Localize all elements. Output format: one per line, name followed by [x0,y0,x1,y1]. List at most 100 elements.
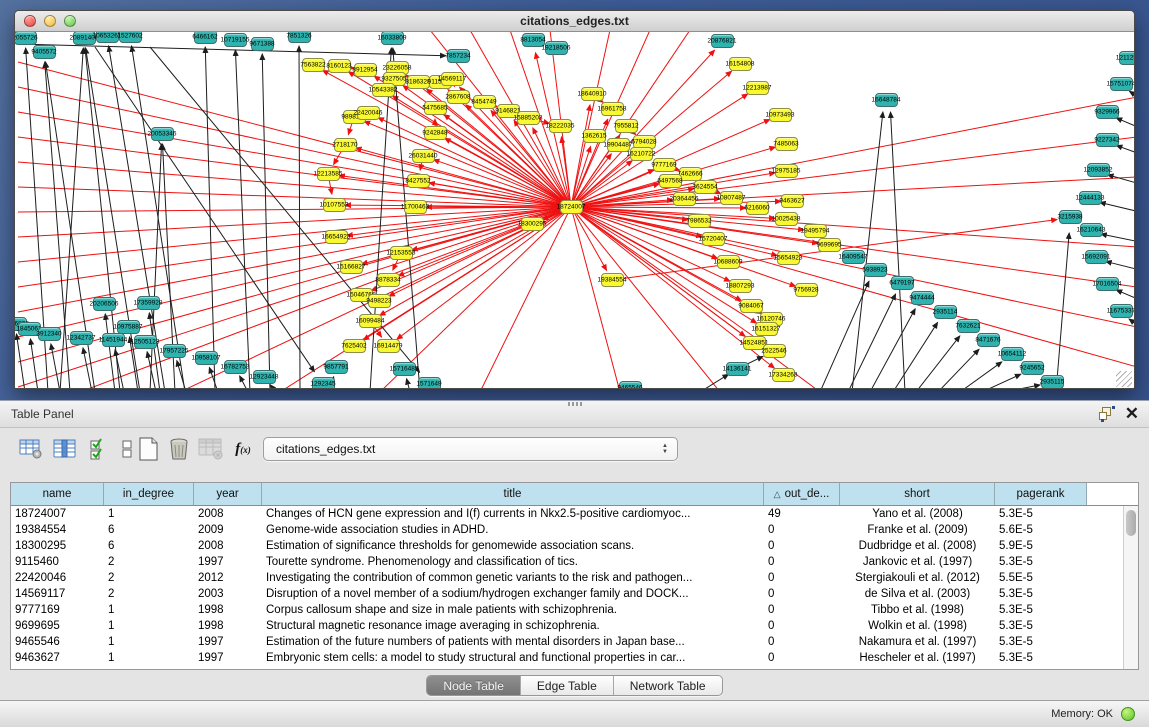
graph-node[interactable]: 7485063 [775,137,798,151]
table-cell[interactable]: 6 [104,522,194,538]
table-cell[interactable]: 2 [104,586,194,602]
table-row[interactable]: 1830029562008Estimation of significance … [11,538,1138,554]
graph-node[interactable]: 9405572 [33,45,56,59]
graph-node[interactable]: 9245652 [1021,361,1044,375]
table-cell[interactable]: 18724007 [11,506,104,522]
table-cell[interactable]: Yano et al. (2008) [840,506,995,522]
graph-node[interactable]: 16151327 [755,322,778,336]
table-cell[interactable]: 49 [764,506,840,522]
graph-node[interactable]: 20891406 [73,32,96,45]
graph-node[interactable]: 6497568 [659,174,682,188]
minimize-window-button[interactable] [44,15,56,27]
table-cell[interactable]: de Silva et al. (2003) [840,586,995,602]
graph-node[interactable]: 20206506 [93,297,116,311]
graph-node[interactable]: 10107553 [323,198,346,212]
table-cell[interactable]: 9115460 [11,554,104,570]
graph-node[interactable]: 10654112 [1001,347,1024,361]
panel-splitter-handle[interactable] [568,402,582,406]
graph-node[interactable]: 7563822 [302,58,325,72]
graph-node[interactable]: 17016504 [1096,277,1119,291]
table-cell[interactable]: 9699695 [11,618,104,634]
graph-node[interactable]: 9329966 [1096,105,1119,119]
graph-node[interactable]: 17359928 [137,296,160,310]
table-row[interactable]: 1938455462009Genome-wide association stu… [11,522,1138,538]
graph-node[interactable]: 16099484 [359,314,382,328]
graph-node[interactable]: 8912954 [354,63,377,77]
graph-node[interactable]: 15720407 [702,232,725,246]
window-resize-grip[interactable] [1116,371,1132,387]
graph-node[interactable]: 8186328 [407,75,430,89]
tab-network-table[interactable]: Network Table [614,676,722,695]
graph-node[interactable]: 7851326 [288,32,311,43]
graph-node[interactable]: 7625402 [343,339,366,353]
table-cell[interactable]: 5.3E-5 [995,634,1087,650]
graph-node[interactable]: 8427552 [407,174,430,188]
table-selector-dropdown[interactable]: citations_edges.txt ▲▼ [263,437,678,461]
graph-node[interactable]: 12093852 [1087,163,1110,177]
graph-node[interactable]: 15885203 [517,111,540,125]
table-cell[interactable]: 9777169 [11,602,104,618]
table-cell[interactable]: 5.3E-5 [995,586,1087,602]
graph-node[interactable]: 9699695 [818,238,841,252]
graph-node[interactable]: 10973493 [769,108,792,122]
graph-node[interactable]: 9756928 [795,283,818,297]
graph-node[interactable]: 19218506 [545,41,568,55]
graph-node[interactable]: 18640910 [581,87,604,101]
graph-node[interactable]: 12975185 [775,164,798,178]
column-header-pagerank[interactable]: pagerank [995,483,1087,505]
graph-node[interactable]: 9777169 [653,158,676,172]
table-cell[interactable]: 2 [104,554,194,570]
table-cell[interactable]: 5.3E-5 [995,650,1087,666]
table-cell[interactable]: 1 [104,618,194,634]
graph-node[interactable]: 12923448 [253,370,276,384]
table-row[interactable]: 977716911998Corpus callosum shape and si… [11,602,1138,618]
graph-node[interactable]: 1571649 [418,377,441,389]
graph-node[interactable]: 7986532 [688,214,711,228]
table-settings-icon[interactable] [16,434,46,464]
graph-node[interactable]: 6466162 [194,32,217,44]
graph-node[interactable]: 9474444 [911,291,934,305]
column-header-year[interactable]: year [194,483,262,505]
table-cell[interactable]: 1997 [194,634,262,650]
graph-node[interactable]: 10025438 [775,212,798,226]
graph-node[interactable]: 1362615 [583,129,606,143]
graph-node[interactable]: 6479197 [891,276,914,290]
graph-node[interactable]: 15654923 [777,251,800,265]
graph-node[interactable]: 16210643 [1080,223,1103,237]
graph-node[interactable]: 20364456 [673,192,696,206]
graph-node[interactable]: 7462666 [679,167,702,181]
graph-node[interactable]: 3624554 [694,180,717,194]
graph-node[interactable]: 12213585 [317,167,340,181]
zoom-window-button[interactable] [64,15,76,27]
graph-node[interactable]: 9498223 [368,294,391,308]
table-cell[interactable]: 0 [764,650,840,666]
tab-node-table[interactable]: Node Table [427,676,521,695]
graph-node[interactable]: 9084067 [740,299,763,313]
table-cell[interactable]: 0 [764,570,840,586]
graph-node[interactable]: 12342737 [70,331,93,345]
graph-node[interactable]: 9227342 [1096,133,1119,147]
table-cell[interactable]: 1997 [194,554,262,570]
table-cell[interactable]: 2008 [194,506,262,522]
graph-node[interactable]: 2867608 [447,90,470,104]
table-cell[interactable]: 5.3E-5 [995,506,1087,522]
new-table-icon[interactable] [134,434,164,464]
table-row[interactable]: 2242004622012Investigating the contribut… [11,570,1138,586]
table-cell[interactable]: 1997 [194,650,262,666]
function-builder-icon[interactable]: f(x) [228,434,258,464]
graph-node[interactable]: 9242848 [424,126,447,140]
graph-node[interactable]: 12213987 [746,81,769,95]
table-cell[interactable]: 5.3E-5 [995,554,1087,570]
graph-node[interactable]: 22420046 [357,106,380,120]
graph-node[interactable]: 6216060 [746,201,769,215]
graph-node[interactable]: 18222035 [549,119,572,133]
table-cell[interactable]: Hescheler et al. (1997) [840,650,995,666]
table-cell[interactable]: 9465546 [11,634,104,650]
table-row[interactable]: 946362711997Embryonic stem cells: a mode… [11,650,1138,666]
table-cell[interactable]: 1 [104,602,194,618]
table-cell[interactable]: 19384554 [11,522,104,538]
graph-node[interactable]: 5938923 [864,263,887,277]
graph-node[interactable]: 8813054 [522,33,545,47]
table-cell[interactable]: Corpus callosum shape and size in male p… [262,602,764,618]
graph-node[interactable]: 11451944 [102,333,125,347]
